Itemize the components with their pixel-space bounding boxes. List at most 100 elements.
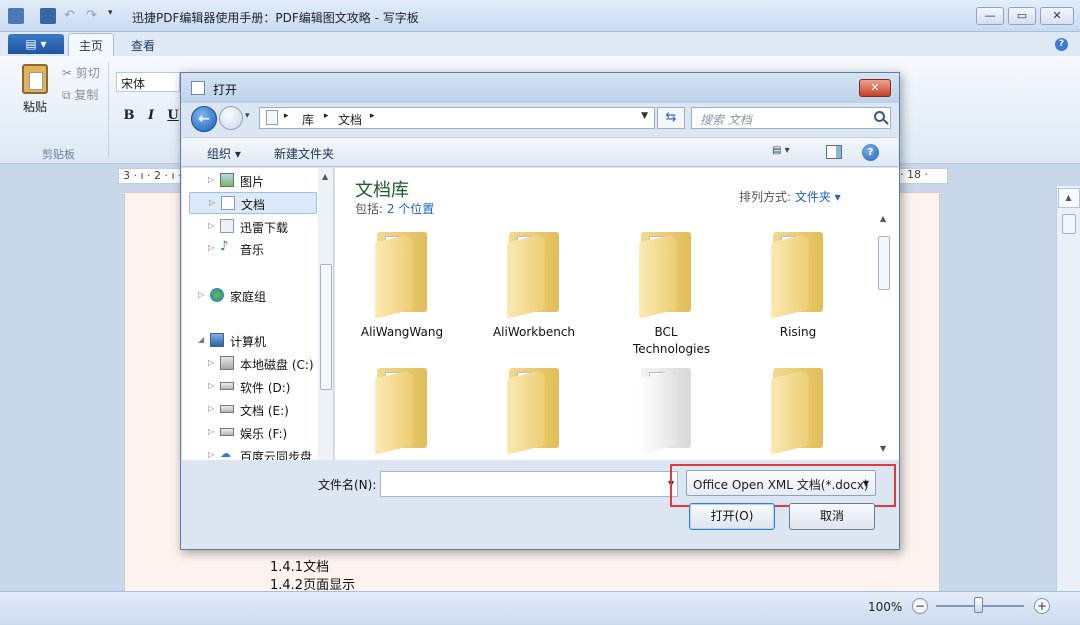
nav-item-thunder-downloads[interactable]: ▷ 迅雷下载: [182, 216, 318, 238]
nav-item-label: 娱乐 (F:): [240, 427, 288, 441]
nav-item-drive-e[interactable]: ▷ 文档 (E:): [182, 399, 318, 421]
nav-item-label: 家庭组: [230, 290, 267, 304]
folder-item[interactable]: [611, 364, 721, 460]
help-icon[interactable]: ?: [1055, 38, 1068, 51]
document-scrollbar[interactable]: ▲: [1056, 186, 1080, 591]
search-icon[interactable]: [874, 111, 885, 122]
document-line[interactable]: 1.4.1文档: [270, 556, 329, 575]
zoom-in-button[interactable]: +: [1034, 598, 1050, 614]
open-button[interactable]: 打开(O): [689, 503, 775, 530]
recent-locations-icon[interactable]: ▾: [245, 111, 250, 121]
dialog-help-icon[interactable]: ?: [862, 144, 879, 161]
folder-name: BCL Technologies: [633, 325, 711, 356]
dialog-app-icon: [191, 81, 205, 95]
status-bar: 100% − +: [0, 591, 1080, 625]
back-button[interactable]: ←: [191, 106, 217, 132]
scroll-up-icon[interactable]: ▲: [1057, 188, 1080, 208]
scroll-up-icon[interactable]: ▲: [322, 172, 328, 181]
app-menu-button[interactable]: ▤ ▾: [8, 34, 64, 54]
scroll-thumb[interactable]: [1061, 214, 1076, 234]
undo-icon[interactable]: ↶: [64, 8, 80, 24]
cloud-icon: ☁: [220, 447, 231, 460]
nav-item-drive-d[interactable]: ▷ 软件 (D:): [182, 376, 318, 398]
breadcrumb-documents[interactable]: 文档: [338, 111, 362, 128]
dialog-title-bar: 打开 ✕: [181, 73, 899, 103]
navigation-pane: ▷ 图片 ▷ 文档 ▷ 迅雷下载 ▷ ♪ 音乐 ▷ 家庭组 ◢ 计算机 ▷ 本地…: [182, 168, 334, 460]
folder-item[interactable]: BCL Technologies: [611, 228, 721, 358]
group-divider: [108, 62, 109, 158]
italic-button[interactable]: I: [142, 108, 160, 126]
zoom-out-button[interactable]: −: [912, 598, 928, 614]
folder-icon: [639, 228, 693, 319]
cut-button[interactable]: ✂ 剪切: [62, 64, 100, 81]
folder-item[interactable]: Rising: [743, 228, 853, 358]
search-input[interactable]: 搜索 文档: [691, 107, 891, 129]
scroll-thumb[interactable]: [320, 264, 332, 390]
minimize-button[interactable]: —: [976, 7, 1004, 25]
folder-item[interactable]: [743, 364, 853, 460]
breadcrumb-separator[interactable]: ▸: [284, 111, 289, 121]
breadcrumb-library[interactable]: 库: [302, 111, 314, 128]
paste-icon: [22, 64, 48, 94]
folder-item[interactable]: AliWorkbench: [479, 228, 589, 358]
nav-item-drive-f[interactable]: ▷ 娱乐 (F:): [182, 422, 318, 444]
zoom-level: 100%: [868, 600, 903, 614]
cancel-button[interactable]: 取消: [789, 503, 875, 530]
arrange-by-dropdown[interactable]: 文件夹 ▾: [795, 190, 841, 204]
maximize-button[interactable]: ▭: [1008, 7, 1036, 25]
nav-item-label: 文档 (E:): [240, 404, 289, 418]
filename-label: 文件名(N):: [318, 478, 377, 492]
download-icon: [220, 219, 234, 233]
nav-item-drive-c[interactable]: ▷ 本地磁盘 (C:): [182, 353, 318, 375]
wordpad-app-icon[interactable]: [8, 8, 24, 24]
scroll-thumb[interactable]: [878, 236, 890, 290]
paste-button[interactable]: 粘贴: [14, 64, 56, 115]
nav-item-label: 迅雷下载: [240, 221, 289, 235]
file-list-scrollbar[interactable]: ▲ ▼: [875, 208, 893, 460]
homegroup-icon: [210, 288, 224, 302]
drive-icon: [220, 356, 234, 370]
redo-icon[interactable]: ↷: [86, 8, 102, 24]
customize-qat-icon[interactable]: ▾: [108, 8, 124, 24]
folder-name: AliWangWang: [360, 325, 444, 339]
folder-icon: [771, 364, 825, 455]
font-name-combo[interactable]: 宋体: [116, 72, 180, 92]
preview-pane-icon[interactable]: [826, 145, 842, 159]
open-dialog: 打开 ✕ ← ▾ ▸ 库 ▸ 文档 ▸ ▼ ⇆ 搜索 文档 组织 ▾ 新建文件夹…: [180, 72, 900, 550]
save-icon[interactable]: [40, 8, 56, 24]
close-button[interactable]: ✕: [1040, 7, 1074, 25]
tab-view[interactable]: 查看: [131, 37, 155, 54]
nav-item-documents[interactable]: ▷ 文档: [189, 192, 317, 214]
ruler-right-marks: · 18 ·: [900, 168, 928, 181]
copy-button[interactable]: ⧉ 复制: [62, 86, 98, 103]
refresh-button[interactable]: ⇆: [657, 107, 685, 129]
nav-item-music[interactable]: ▷ ♪ 音乐: [182, 238, 318, 260]
scroll-down-icon[interactable]: ▼: [880, 444, 886, 453]
breadcrumb-separator[interactable]: ▸: [324, 111, 329, 121]
nav-pane-scrollbar[interactable]: ▲: [318, 168, 333, 460]
folder-item[interactable]: AliWangWang: [347, 228, 457, 358]
folder-icon: [639, 364, 693, 455]
folder-item[interactable]: [479, 364, 589, 460]
forward-button[interactable]: [219, 106, 243, 130]
tab-home[interactable]: 主页: [68, 33, 115, 57]
nav-item-computer[interactable]: ◢ 计算机: [182, 330, 318, 352]
change-view-icon[interactable]: ▤ ▾: [772, 145, 802, 161]
address-bar[interactable]: ▸ 库 ▸ 文档 ▸ ▼: [259, 107, 655, 129]
organize-menu[interactable]: 组织 ▾: [207, 145, 241, 162]
nav-item-baidu-cloud[interactable]: ▷ ☁ 百度云同步盘: [182, 445, 318, 461]
nav-item-homegroup[interactable]: ▷ 家庭组: [182, 285, 318, 307]
bold-button[interactable]: B: [120, 108, 138, 126]
folder-item[interactable]: [347, 364, 457, 460]
zoom-slider-thumb[interactable]: [974, 597, 983, 613]
nav-item-pictures[interactable]: ▷ 图片: [182, 170, 318, 192]
dialog-close-button[interactable]: ✕: [859, 79, 891, 97]
scroll-up-icon[interactable]: ▲: [880, 214, 886, 223]
new-folder-button[interactable]: 新建文件夹: [274, 145, 334, 162]
breadcrumb-separator[interactable]: ▸: [370, 111, 375, 121]
address-dropdown-icon[interactable]: ▼: [641, 111, 648, 121]
library-locations-link[interactable]: 2 个位置: [387, 202, 434, 216]
folder-icon: [375, 228, 429, 319]
library-icon: [266, 110, 278, 125]
filename-input[interactable]: [380, 471, 678, 497]
